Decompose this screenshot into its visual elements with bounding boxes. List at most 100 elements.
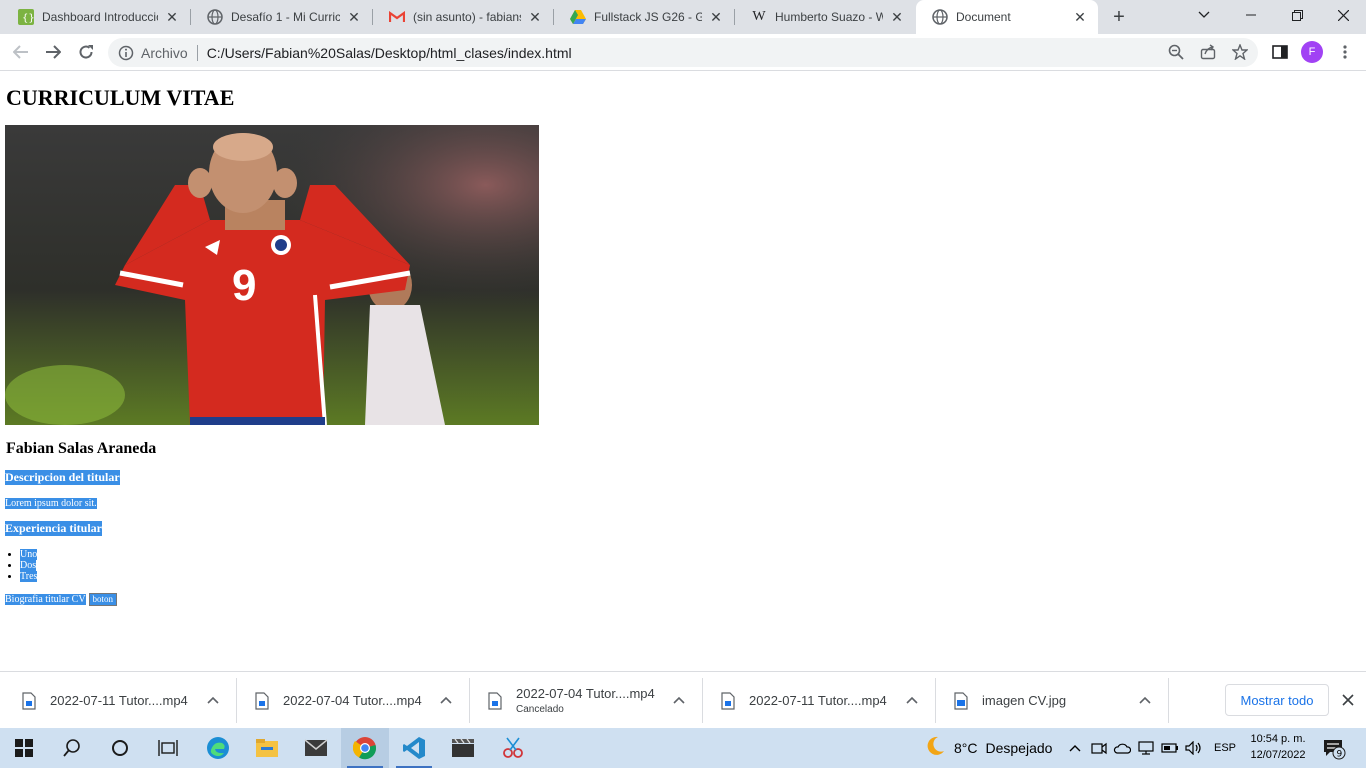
new-tab-button[interactable]: + xyxy=(1108,6,1130,28)
network-icon[interactable] xyxy=(1137,738,1155,758)
show-all-button[interactable]: Mostrar todo xyxy=(1225,684,1329,716)
forward-button[interactable] xyxy=(40,39,66,65)
chevron-up-icon[interactable] xyxy=(205,692,221,708)
zoom-icon[interactable] xyxy=(1166,42,1186,62)
page-content: CURRICULUM VITAE 9 Fabian Salas Araneda … xyxy=(0,72,1366,671)
info-icon[interactable] xyxy=(118,45,134,61)
tab-search-chevron-icon[interactable] xyxy=(1181,0,1227,30)
meet-now-icon[interactable] xyxy=(1090,738,1108,758)
download-item[interactable]: 2022-07-11 Tutor....mp4 xyxy=(22,672,188,729)
more-menu-icon[interactable] xyxy=(1335,42,1355,62)
task-view-icon[interactable] xyxy=(144,728,192,768)
divider xyxy=(1168,678,1169,723)
chevron-up-icon[interactable] xyxy=(904,692,920,708)
close-icon[interactable]: ✕ xyxy=(527,9,543,25)
close-icon[interactable]: ✕ xyxy=(889,9,905,25)
vscode-icon[interactable] xyxy=(390,728,438,768)
close-window-button[interactable] xyxy=(1320,0,1366,30)
weather-temp: 8°C xyxy=(954,740,978,756)
close-icon[interactable] xyxy=(1338,690,1358,710)
share-icon[interactable] xyxy=(1198,42,1218,62)
bookmark-star-icon[interactable] xyxy=(1230,42,1250,62)
reload-button[interactable] xyxy=(73,39,99,65)
clock-date: 12/07/2022 xyxy=(1250,749,1306,761)
taskbar: 8°C Despejado ESP 10:54 p. m. 12/07/2022… xyxy=(0,728,1366,768)
download-item[interactable]: 2022-07-04 Tutor....mp4 xyxy=(255,672,422,729)
chevron-up-icon[interactable] xyxy=(1066,738,1084,758)
edge-icon[interactable] xyxy=(194,728,242,768)
file-icon xyxy=(488,691,502,710)
back-button[interactable] xyxy=(8,39,34,65)
list-item: Tres xyxy=(20,571,38,582)
address-bar[interactable]: Archivo C:/Users/Fabian%20Salas/Desktop/… xyxy=(108,38,1258,67)
close-icon[interactable]: ✕ xyxy=(346,9,362,25)
tab-title: Desafío 1 - Mi Curriculum xyxy=(231,10,340,24)
profile-photo: 9 xyxy=(5,125,539,425)
notification-icon[interactable]: 9 xyxy=(1322,738,1346,760)
tab-drive[interactable]: Fullstack JS G26 - Google Drive ✕ xyxy=(554,0,734,34)
divider xyxy=(935,678,936,723)
download-item[interactable]: 2022-07-11 Tutor....mp4 xyxy=(721,672,887,729)
profile-avatar[interactable]: F xyxy=(1301,41,1323,63)
list-item-text: Dos xyxy=(20,560,37,571)
chevron-up-icon[interactable] xyxy=(671,692,687,708)
onedrive-icon[interactable] xyxy=(1113,738,1131,758)
tab-title: Fullstack JS G26 - Google Drive xyxy=(594,10,702,24)
snipping-tool-icon[interactable] xyxy=(489,728,537,768)
download-name: 2022-07-04 Tutor....mp4 xyxy=(516,686,655,701)
cortana-icon[interactable] xyxy=(96,728,144,768)
chevron-up-icon[interactable] xyxy=(1137,692,1153,708)
tab-gmail[interactable]: (sin asunto) - fabiansalas ✕ xyxy=(373,0,553,34)
weather-condition: Despejado xyxy=(985,740,1053,756)
file-explorer-icon[interactable] xyxy=(243,728,291,768)
tab-title: Document xyxy=(956,10,1011,24)
file-icon xyxy=(22,691,36,710)
download-status: Cancelado xyxy=(516,704,564,715)
mail-icon[interactable] xyxy=(292,728,340,768)
list-item-text: Uno xyxy=(20,549,38,560)
clock[interactable]: 10:54 p. m. 12/07/2022 xyxy=(1244,731,1312,765)
restore-button[interactable] xyxy=(1274,0,1320,30)
omnibox-divider xyxy=(196,44,198,61)
close-icon[interactable]: ✕ xyxy=(1072,9,1088,25)
dashboard-favicon-icon: {} xyxy=(18,9,34,25)
download-item[interactable]: 2022-07-04 Tutor....mp4 Cancelado xyxy=(488,672,655,729)
list-item-text: Tres xyxy=(20,571,38,582)
chrome-icon[interactable] xyxy=(341,728,389,768)
search-icon[interactable] xyxy=(48,728,96,768)
list-item: Uno xyxy=(20,549,38,560)
battery-icon[interactable] xyxy=(1161,738,1179,758)
boton-button[interactable]: boton xyxy=(88,593,118,606)
video-editor-icon[interactable] xyxy=(439,728,487,768)
close-icon[interactable]: ✕ xyxy=(708,9,724,25)
volume-icon[interactable] xyxy=(1185,738,1203,758)
tab-title: (sin asunto) - fabiansalas xyxy=(413,10,521,24)
tab-desafio[interactable]: Desafío 1 - Mi Curriculum ✕ xyxy=(191,0,372,34)
side-panel-icon[interactable] xyxy=(1270,42,1290,62)
windows-start-icon[interactable] xyxy=(0,728,48,768)
download-name: 2022-07-04 Tutor....mp4 xyxy=(283,693,422,708)
tab-document[interactable]: Document ✕ xyxy=(916,0,1098,34)
language-indicator[interactable]: ESP xyxy=(1214,728,1236,768)
moon-icon xyxy=(924,735,946,762)
bio-label: Biografia titular CV xyxy=(5,594,86,605)
svg-text:{}: {} xyxy=(22,13,34,24)
tab-title: Dashboard Introducción xyxy=(42,10,158,24)
download-item[interactable]: imagen CV.jpg xyxy=(954,672,1066,729)
download-name: 2022-07-11 Tutor....mp4 xyxy=(749,693,887,708)
notification-count: 9 xyxy=(1337,750,1343,760)
weather-widget[interactable]: 8°C Despejado xyxy=(924,728,1052,768)
divider xyxy=(702,678,703,723)
tab-dashboard[interactable]: {} Dashboard Introducción ✕ xyxy=(2,0,190,34)
browser-toolbar: Archivo C:/Users/Fabian%20Salas/Desktop/… xyxy=(0,34,1366,71)
divider xyxy=(469,678,470,723)
experience-list: Uno Dos Tres xyxy=(20,549,38,582)
image-file-icon xyxy=(954,691,968,710)
close-icon[interactable]: ✕ xyxy=(164,9,180,25)
chevron-up-icon[interactable] xyxy=(438,692,454,708)
url-text[interactable]: C:/Users/Fabian%20Salas/Desktop/html_cla… xyxy=(207,45,572,61)
tab-title: Humberto Suazo - Wikipedia xyxy=(775,10,883,24)
file-icon xyxy=(721,691,735,710)
minimize-button[interactable] xyxy=(1228,0,1274,30)
tab-wikipedia[interactable]: W Humberto Suazo - Wikipedia ✕ xyxy=(735,0,915,34)
